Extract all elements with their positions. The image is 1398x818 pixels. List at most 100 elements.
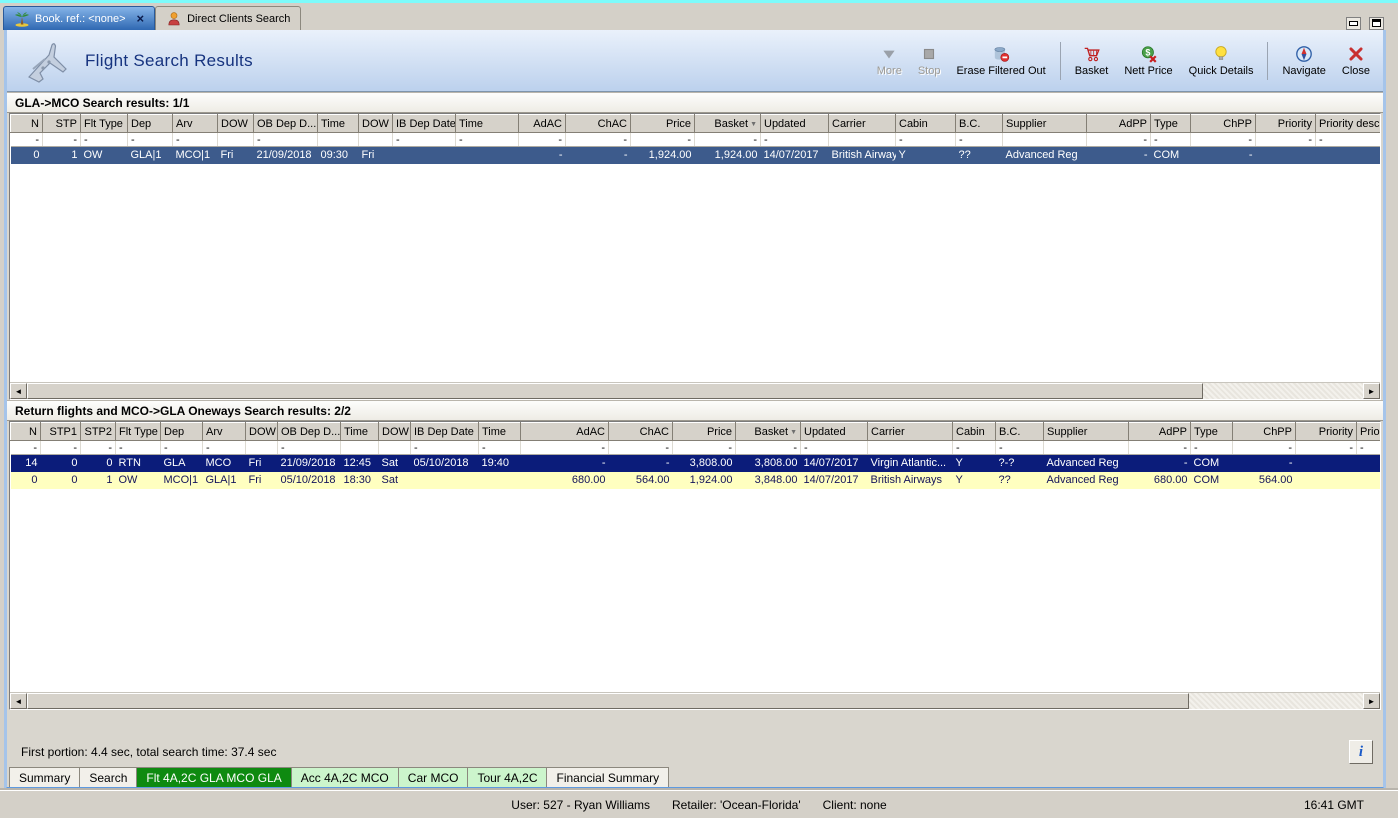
filter-cell[interactable]: - — [478, 440, 521, 455]
filter-cell[interactable]: - — [1190, 440, 1233, 455]
filter-cell[interactable] — [358, 132, 393, 147]
info-button[interactable]: i — [1349, 740, 1373, 764]
tab-search[interactable]: Search — [80, 767, 138, 787]
column-header[interactable]: Updated — [760, 114, 829, 133]
column-header[interactable]: STP1 — [40, 422, 81, 441]
filter-cell[interactable] — [828, 132, 896, 147]
column-header[interactable]: ChAC — [565, 114, 631, 133]
minimize-button[interactable] — [1346, 17, 1361, 30]
filter-cell[interactable] — [245, 440, 278, 455]
scroll-left-button[interactable]: ◄ — [10, 693, 27, 709]
filter-cell[interactable]: - — [520, 440, 609, 455]
filter-cell[interactable]: - — [40, 440, 81, 455]
filter-cell[interactable]: - — [42, 132, 81, 147]
column-header[interactable]: Carrier — [867, 422, 953, 441]
filter-cell[interactable]: - — [80, 440, 116, 455]
filter-cell[interactable]: - — [735, 440, 801, 455]
tab-car-mco[interactable]: Car MCO — [398, 767, 469, 787]
scrollbar-track[interactable] — [27, 383, 1363, 399]
filter-cell[interactable]: - — [410, 440, 479, 455]
tab-financial-summary[interactable]: Financial Summary — [547, 767, 670, 787]
filter-cell[interactable] — [340, 440, 379, 455]
column-header[interactable]: OB Dep D... — [253, 114, 318, 133]
column-header[interactable]: Flt Type — [115, 422, 161, 441]
column-header[interactable]: Time — [317, 114, 359, 133]
column-header[interactable]: AdPP — [1086, 114, 1151, 133]
column-header[interactable]: N — [10, 422, 41, 441]
column-header[interactable]: DOW — [217, 114, 254, 133]
column-header[interactable]: Time — [478, 422, 521, 441]
filter-cell[interactable]: - — [952, 440, 996, 455]
filter-cell[interactable]: - — [800, 440, 868, 455]
filter-cell[interactable]: - — [1255, 132, 1316, 147]
filter-cell[interactable]: - — [995, 440, 1044, 455]
filter-cell[interactable]: - — [10, 440, 41, 455]
scrollbar-thumb[interactable] — [27, 693, 1190, 709]
column-header[interactable]: B.C. — [995, 422, 1044, 441]
tab-direct-clients-search[interactable]: Direct Clients Search — [155, 6, 302, 30]
filter-cell[interactable]: - — [10, 132, 43, 147]
column-header[interactable]: Time — [455, 114, 519, 133]
filter-cell[interactable]: - — [694, 132, 761, 147]
basket-button[interactable]: Basket — [1068, 42, 1116, 80]
column-header[interactable]: DOW — [378, 422, 411, 441]
tab-flt-gla-mco-gla[interactable]: Flt 4A,2C GLA MCO GLA — [137, 767, 292, 787]
column-header[interactable]: Price — [672, 422, 736, 441]
column-header[interactable]: ChAC — [608, 422, 673, 441]
filter-cell[interactable]: - — [127, 132, 173, 147]
column-header[interactable]: Carrier — [828, 114, 896, 133]
filter-cell[interactable]: - — [1128, 440, 1191, 455]
scrollbar-thumb[interactable] — [27, 383, 1203, 399]
column-header[interactable]: DOW — [358, 114, 393, 133]
filter-cell[interactable]: - — [277, 440, 341, 455]
filter-cell[interactable]: - — [80, 132, 128, 147]
filter-cell[interactable]: - — [160, 440, 203, 455]
erase-filtered-out-button[interactable]: Erase Filtered Out — [949, 42, 1052, 80]
column-header[interactable]: STP — [42, 114, 81, 133]
scrollbar-track[interactable] — [27, 693, 1363, 709]
column-header[interactable]: Flt Type — [80, 114, 128, 133]
column-header[interactable]: AdAC — [518, 114, 566, 133]
column-header[interactable]: Updated — [800, 422, 868, 441]
restore-button[interactable] — [1369, 17, 1384, 30]
column-header[interactable]: DOW — [245, 422, 278, 441]
column-header[interactable]: Type — [1190, 422, 1233, 441]
tab-acc-mco[interactable]: Acc 4A,2C MCO — [291, 767, 399, 787]
filter-cell[interactable] — [378, 440, 411, 455]
column-header[interactable]: Cabin — [952, 422, 996, 441]
inbound-horizontal-scrollbar[interactable]: ◄ ► — [10, 692, 1380, 709]
column-header[interactable]: Time — [340, 422, 379, 441]
column-header[interactable]: AdPP — [1128, 422, 1191, 441]
column-header[interactable]: Cabin — [895, 114, 956, 133]
scroll-right-button[interactable]: ► — [1363, 383, 1380, 399]
nett-price-button[interactable]: $ Nett Price — [1117, 42, 1179, 80]
scroll-right-button[interactable]: ► — [1363, 693, 1380, 709]
filter-cell[interactable]: - — [1356, 440, 1380, 455]
column-header[interactable]: AdAC — [520, 422, 609, 441]
tab-booking-ref[interactable]: Book. ref.: <none> × — [3, 6, 156, 30]
result-row[interactable]: 14 0 0 RTN GLA MCO Fri 21/09/2018 12:45 Sat 05/10/… — [10, 454, 1380, 472]
tab-tour[interactable]: Tour 4A,2C — [468, 767, 548, 787]
filter-cell[interactable]: - — [115, 440, 161, 455]
filter-cell[interactable] — [1043, 440, 1129, 455]
scroll-left-button[interactable]: ◄ — [10, 383, 27, 399]
column-header[interactable]: N — [10, 114, 43, 133]
tab-close-icon[interactable]: × — [137, 12, 145, 25]
result-row[interactable]: 0 0 1 OW MCO|1 GLA|1 Fri 05/10/2018 18:30 Sat 680.… — [10, 471, 1380, 489]
column-header[interactable]: Arv — [202, 422, 246, 441]
column-header[interactable]: ChPP — [1232, 422, 1296, 441]
tab-summary[interactable]: Summary — [9, 767, 81, 787]
column-header[interactable]: Prior — [1356, 422, 1380, 441]
filter-cell[interactable]: - — [202, 440, 246, 455]
column-header[interactable]: STP2 — [80, 422, 116, 441]
column-header[interactable]: IB Dep Date — [410, 422, 479, 441]
filter-cell[interactable] — [1002, 132, 1087, 147]
navigate-button[interactable]: Navigate — [1275, 42, 1332, 80]
column-header[interactable]: Basket ▼ — [735, 422, 801, 441]
filter-cell[interactable] — [867, 440, 953, 455]
filter-cell[interactable]: - — [172, 132, 218, 147]
column-header[interactable]: Type — [1150, 114, 1191, 133]
filter-cell[interactable]: - — [253, 132, 318, 147]
column-header[interactable]: OB Dep D... — [277, 422, 341, 441]
column-header[interactable]: Supplier — [1002, 114, 1087, 133]
